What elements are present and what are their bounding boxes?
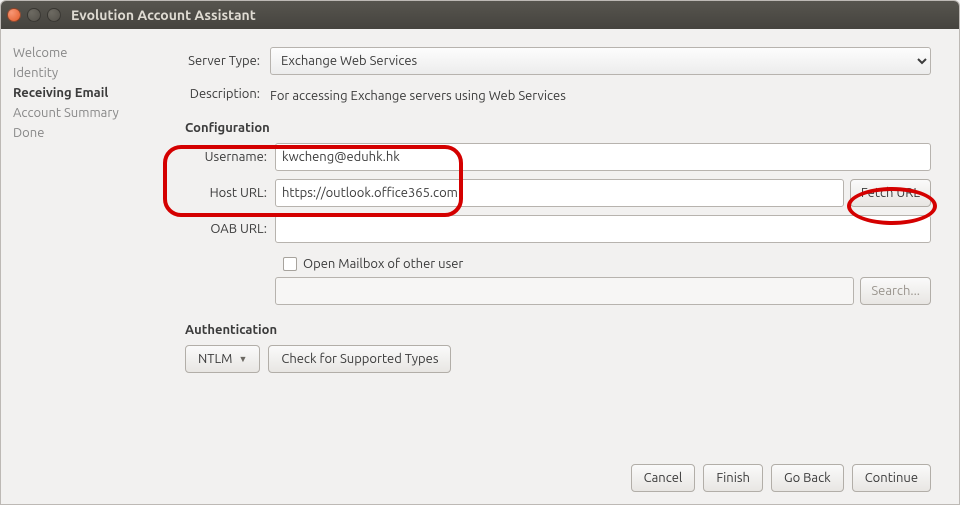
authentication-heading: Authentication (185, 323, 931, 337)
fetch-url-button[interactable]: Fetch URL (850, 179, 931, 207)
oaburl-label: OAB URL: (185, 222, 275, 236)
server-type-label: Server Type: (185, 54, 270, 68)
open-mailbox-checkbox[interactable] (283, 257, 297, 271)
sidebar-item-receiving-email[interactable]: Receiving Email (13, 83, 159, 103)
chevron-down-icon: ▼ (238, 354, 247, 364)
finish-button[interactable]: Finish (703, 464, 763, 492)
check-supported-types-button[interactable]: Check for Supported Types (268, 345, 451, 373)
step-sidebar: Welcome Identity Receiving Email Account… (1, 29, 171, 504)
goback-button[interactable]: Go Back (771, 464, 844, 492)
window-controls (7, 8, 61, 22)
assistant-window: Evolution Account Assistant Welcome Iden… (0, 0, 960, 505)
server-type-select[interactable]: Exchange Web Services (270, 47, 931, 75)
close-icon[interactable] (7, 8, 21, 22)
oaburl-input[interactable] (275, 215, 931, 243)
sidebar-item-welcome[interactable]: Welcome (13, 43, 159, 63)
description-text: For accessing Exchange servers using Web… (270, 85, 566, 103)
username-input[interactable] (275, 143, 931, 171)
sidebar-item-account-summary[interactable]: Account Summary (13, 103, 159, 123)
open-mailbox-label: Open Mailbox of other user (303, 257, 463, 271)
auth-method-value: NTLM (198, 352, 232, 366)
footer-buttons: Cancel Finish Go Back Continue (185, 444, 931, 492)
sidebar-item-done[interactable]: Done (13, 123, 159, 143)
configuration-heading: Configuration (185, 121, 931, 135)
cancel-button[interactable]: Cancel (631, 464, 696, 492)
window-title: Evolution Account Assistant (71, 7, 256, 23)
search-button[interactable]: Search... (860, 277, 931, 305)
hosturl-input[interactable] (275, 179, 844, 207)
minimize-icon[interactable] (27, 8, 41, 22)
sidebar-item-identity[interactable]: Identity (13, 63, 159, 83)
description-label: Description: (185, 87, 270, 101)
titlebar: Evolution Account Assistant (1, 1, 959, 29)
other-user-input[interactable] (275, 277, 854, 305)
maximize-icon[interactable] (47, 8, 61, 22)
auth-method-dropdown[interactable]: NTLM ▼ (185, 345, 260, 373)
username-label: Username: (185, 150, 275, 164)
continue-button[interactable]: Continue (852, 464, 931, 492)
main-panel: Server Type: Exchange Web Services Descr… (171, 29, 959, 504)
hosturl-label: Host URL: (185, 186, 275, 200)
